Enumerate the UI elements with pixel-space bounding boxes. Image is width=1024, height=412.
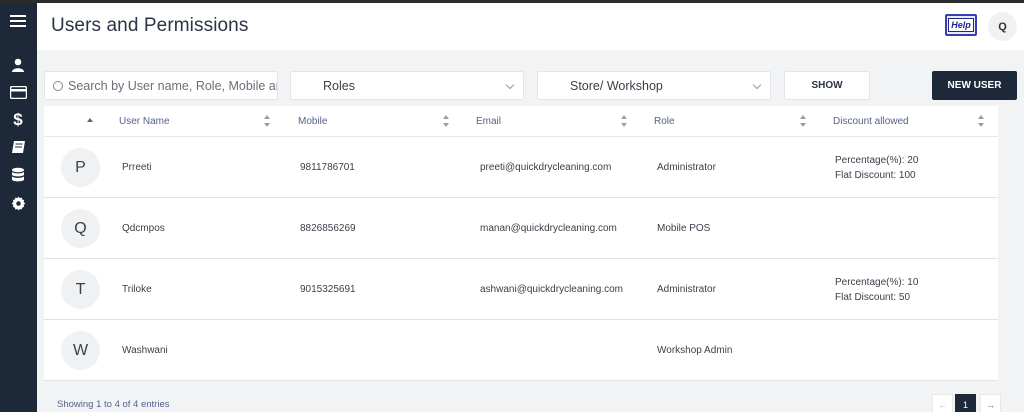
- mobile: 8826856269: [300, 223, 356, 234]
- sort-icon[interactable]: [800, 115, 806, 127]
- roles-select[interactable]: Roles: [290, 71, 524, 100]
- email: preeti@quickdrycleaning.com: [480, 162, 612, 173]
- column-header-email[interactable]: Email: [476, 106, 501, 137]
- discount-flat: Flat Discount: 100: [835, 170, 916, 181]
- role: Workshop Admin: [657, 345, 733, 356]
- user-name: Triloke: [122, 284, 152, 295]
- show-button[interactable]: SHOW: [784, 71, 870, 100]
- discount-percentage: Percentage(%): 20: [835, 155, 919, 166]
- user-avatar[interactable]: Q: [988, 12, 1017, 41]
- avatar: W: [61, 331, 100, 370]
- discount-percentage: Percentage(%): 10: [835, 277, 919, 288]
- column-header-mobile[interactable]: Mobile: [298, 106, 327, 137]
- user-name: Qdcmpos: [122, 223, 165, 234]
- sidebar: $: [0, 3, 37, 412]
- pagination-page-1[interactable]: 1: [955, 394, 976, 412]
- search-icon: [53, 80, 63, 91]
- table-row[interactable]: Q Qdcmpos 8826856269 manan@quickdryclean…: [44, 198, 998, 259]
- column-header-role[interactable]: Role: [654, 106, 675, 137]
- search-input[interactable]: [68, 78, 277, 93]
- avatar: T: [61, 270, 100, 309]
- page-title: Users and Permissions: [51, 15, 249, 36]
- sort-icon[interactable]: [443, 115, 449, 127]
- page-header: Users and Permissions Help Q: [37, 3, 1024, 50]
- user-icon[interactable]: [9, 56, 27, 74]
- sort-icon[interactable]: [264, 115, 270, 127]
- email: ashwani@quickdrycleaning.com: [480, 284, 623, 295]
- sort-icon[interactable]: [978, 115, 984, 127]
- pagination-next-button[interactable]: →: [980, 394, 1001, 412]
- table-row[interactable]: P Prreeti 9811786701 preeti@quickdryclea…: [44, 137, 998, 198]
- credit-card-icon[interactable]: [9, 83, 27, 101]
- users-table: User Name Mobile Email Role Discount all…: [44, 106, 998, 381]
- sort-icon[interactable]: [621, 115, 627, 127]
- user-name: Washwani: [122, 345, 168, 356]
- store-workshop-select[interactable]: Store/ Workshop: [537, 71, 771, 100]
- roles-select-label: Roles: [323, 78, 355, 93]
- email: manan@quickdrycleaning.com: [480, 223, 617, 234]
- table-header: User Name Mobile Email Role Discount all…: [44, 106, 998, 137]
- book-icon[interactable]: [9, 138, 27, 156]
- gear-icon[interactable]: [9, 194, 27, 212]
- store-select-label: Store/ Workshop: [570, 78, 663, 93]
- role: Mobile POS: [657, 223, 711, 234]
- column-header-discount[interactable]: Discount allowed: [833, 106, 909, 137]
- chevron-down-icon: [752, 80, 762, 90]
- discount-flat: Flat Discount: 50: [835, 292, 911, 303]
- pagination-prev-button[interactable]: ←: [932, 394, 953, 412]
- user-name: Prreeti: [122, 162, 152, 173]
- chevron-down-icon: [505, 80, 515, 90]
- column-header-user-name[interactable]: User Name: [119, 106, 170, 137]
- discount-allowed: Percentage(%): 10 Flat Discount: 50: [835, 275, 918, 305]
- table-row[interactable]: T Triloke 9015325691 ashwani@quickdrycle…: [44, 259, 998, 320]
- role: Administrator: [657, 284, 716, 295]
- sort-asc-icon[interactable]: [87, 118, 93, 122]
- dollar-icon[interactable]: $: [9, 110, 27, 128]
- help-icon[interactable]: Help: [945, 14, 977, 36]
- database-icon[interactable]: [9, 166, 27, 184]
- search-field[interactable]: [44, 71, 278, 100]
- avatar: P: [61, 148, 100, 187]
- discount-allowed: Percentage(%): 20 Flat Discount: 100: [835, 153, 918, 183]
- help-label: Help: [948, 18, 974, 32]
- table-row[interactable]: W Washwani Workshop Admin: [44, 320, 998, 381]
- avatar: Q: [61, 209, 100, 248]
- role: Administrator: [657, 162, 716, 173]
- mobile: 9811786701: [300, 162, 355, 173]
- new-user-button[interactable]: NEW USER: [932, 71, 1017, 100]
- entries-summary: Showing 1 to 4 of 4 entries: [57, 399, 170, 410]
- mobile: 9015325691: [300, 284, 356, 295]
- menu-icon[interactable]: [9, 12, 27, 30]
